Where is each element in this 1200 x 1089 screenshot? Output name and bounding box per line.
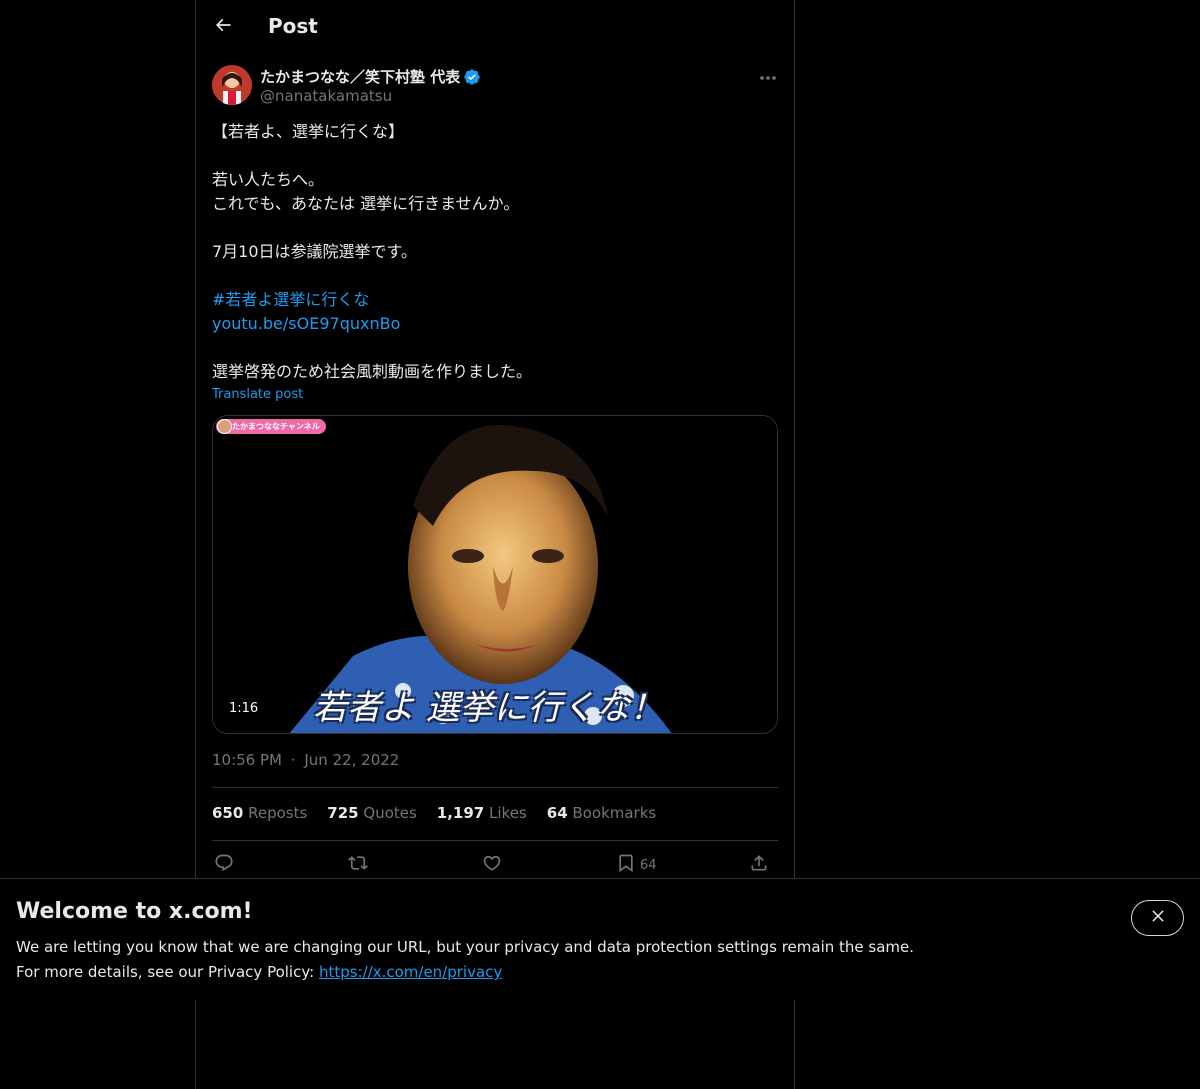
- quotes-stat[interactable]: 725 Quotes: [327, 804, 417, 822]
- share-button[interactable]: [749, 851, 769, 879]
- quotes-label: Quotes: [363, 804, 417, 822]
- post-time[interactable]: 10:56 PM: [212, 751, 282, 769]
- post-text: 【若者よ、選挙に行くな】 若い人たちへ。 これでも、あなたは 選挙に行きませんか…: [212, 120, 778, 384]
- video-duration: 1:16: [223, 700, 265, 717]
- author-name[interactable]: たかまつなな／笑下村塾 代表: [260, 66, 481, 87]
- youtube-link[interactable]: youtu.be/sOE97quxnBo: [212, 314, 400, 333]
- bookmarks-label: Bookmarks: [572, 804, 657, 822]
- post-date[interactable]: Jun 22, 2022: [304, 751, 399, 769]
- back-button[interactable]: [207, 11, 239, 43]
- post-actions: 64: [212, 851, 778, 879]
- privacy-policy-link[interactable]: https://x.com/en/privacy: [319, 963, 502, 981]
- post-text-line: 選挙啓発のため社会風刺動画を作りました。: [212, 362, 533, 381]
- more-horizontal-icon: [759, 66, 777, 85]
- post-text-line: これでも、あなたは 選挙に行きませんか。: [212, 194, 520, 213]
- like-button[interactable]: [482, 851, 502, 879]
- channel-badge-label: たかまつななチャンネル: [232, 422, 320, 431]
- verified-badge-icon: [463, 68, 481, 86]
- timestamp-separator: ·: [290, 751, 296, 769]
- share-icon: [749, 853, 769, 877]
- heart-icon: [482, 853, 502, 877]
- close-icon: [1149, 907, 1167, 929]
- banner-close-button[interactable]: [1131, 900, 1184, 936]
- bookmark-button[interactable]: 64: [616, 851, 657, 879]
- bookmarks-stat[interactable]: 64 Bookmarks: [547, 804, 656, 822]
- bookmark-action-count: 64: [640, 857, 657, 873]
- channel-avatar-icon: [217, 419, 232, 434]
- channel-badge: たかまつななチャンネル: [216, 419, 326, 434]
- avatar[interactable]: [212, 65, 252, 105]
- reply-icon: [214, 853, 234, 877]
- post-timestamp[interactable]: 10:56 PM · Jun 22, 2022: [212, 751, 399, 769]
- banner-line: We are letting you know that we are chan…: [16, 938, 915, 956]
- repost-icon: [348, 853, 368, 877]
- reposts-label: Reposts: [248, 804, 308, 822]
- post-text-line: 7月10日は参議院選挙です。: [212, 242, 417, 261]
- quotes-count: 725: [327, 804, 359, 822]
- bookmark-icon: [616, 853, 636, 877]
- arrow-left-icon: [213, 15, 233, 39]
- divider: [212, 787, 778, 788]
- divider: [212, 840, 778, 841]
- likes-count: 1,197: [436, 804, 485, 822]
- reply-button[interactable]: [214, 851, 234, 879]
- banner-line-prefix: For more details, see our Privacy Policy…: [16, 963, 319, 981]
- repost-button[interactable]: [348, 851, 368, 879]
- author-handle[interactable]: @nanatakamatsu: [260, 87, 392, 105]
- banner-text: We are letting you know that we are chan…: [16, 935, 914, 985]
- likes-label: Likes: [489, 804, 527, 822]
- author-display-name[interactable]: たかまつなな／笑下村塾 代表: [260, 66, 460, 87]
- url-change-banner: Welcome to x.com! We are letting you kno…: [0, 878, 1200, 1000]
- reposts-count: 650: [212, 804, 244, 822]
- post-header: Post: [196, 0, 794, 53]
- reposts-stat[interactable]: 650 Reposts: [212, 804, 307, 822]
- banner-title: Welcome to x.com!: [16, 899, 253, 924]
- page-title: Post: [268, 14, 318, 38]
- more-options-button[interactable]: [754, 64, 782, 86]
- likes-stat[interactable]: 1,197 Likes: [437, 804, 527, 822]
- bookmarks-count: 64: [546, 804, 568, 822]
- post-text-line: 若い人たちへ。: [212, 170, 325, 189]
- translate-post-link[interactable]: Translate post: [212, 387, 303, 402]
- video-player[interactable]: たかまつななチャンネル 若者よ 選挙に行くな！ 1:16: [212, 415, 778, 734]
- video-caption: 若者よ 選挙に行くな！: [313, 688, 664, 728]
- post-stats: 650 Reposts 725 Quotes 1,197 Likes 64 Bo…: [212, 804, 656, 822]
- post-text-line: 【若者よ、選挙に行くな】: [212, 122, 405, 141]
- hashtag-link[interactable]: #若者よ選挙に行くな: [212, 290, 369, 309]
